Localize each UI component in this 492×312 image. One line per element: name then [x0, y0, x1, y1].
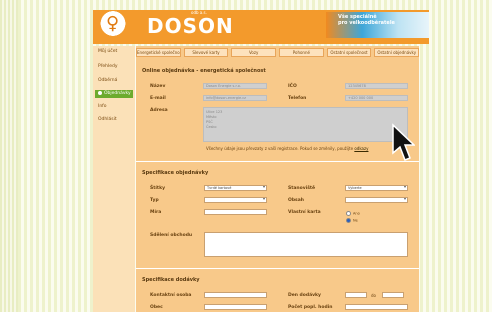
stanoviste-select[interactable]: Vyberte — [345, 185, 408, 191]
nav-item-objednavky[interactable]: Objednávky — [95, 90, 133, 98]
nav-item-label: Objednávky — [104, 91, 131, 96]
note-text: Všechny údaje jsou převzaty z vaší regis… — [206, 146, 354, 151]
obsah-select[interactable] — [345, 197, 408, 203]
city-input[interactable] — [204, 304, 267, 310]
brand-name[interactable]: DOSON — [147, 14, 234, 38]
comment-label: Sdělení obchodu — [150, 233, 193, 238]
tab-energeticke[interactable]: Energetické společnosti — [136, 48, 181, 57]
name-field: Doson Energie s.r.o. — [203, 83, 267, 89]
address-label: Adresa — [150, 108, 168, 113]
nav-item-odhlasit[interactable]: Odhlásit — [95, 116, 133, 124]
banner-line-2: pro velkoodběratele — [338, 20, 395, 26]
stitky-label: Štítky — [150, 186, 166, 191]
nav-item-info[interactable]: Info — [95, 103, 133, 111]
address-line-4: Česko — [206, 125, 217, 129]
mira-input[interactable] — [204, 209, 267, 215]
active-dot-icon — [98, 90, 102, 95]
time-label: Počet popl. hodin — [288, 305, 333, 310]
phone-label: Telefon — [288, 96, 307, 101]
sidebar — [93, 46, 135, 312]
section-divider-1 — [136, 161, 419, 162]
ico-label: IČO — [288, 84, 297, 89]
ico-field: 12345678 — [345, 83, 408, 89]
radio-ne-icon — [346, 218, 351, 223]
email-label: E-mail — [150, 96, 166, 101]
typ-label: Typ — [150, 198, 159, 203]
name-label: Název — [150, 84, 166, 89]
radio-ano-icon — [346, 211, 351, 216]
nav-item-prehledy[interactable]: Přehledy — [95, 63, 133, 71]
address-field: Ulice 123 Město PSČ Česko — [203, 107, 408, 142]
typ-select[interactable] — [204, 197, 267, 203]
contact-label: Kontaktní osoba — [150, 293, 192, 298]
phone-field: +420 000 000 — [345, 95, 408, 101]
arrow-pointer-icon — [392, 123, 415, 161]
registration-note: Všechny údaje jsou převzaty z vaší regis… — [206, 146, 368, 151]
form-title: Online objednávka - energetická společno… — [142, 68, 266, 74]
vlastni-karta-label: Vlastní karta — [288, 210, 321, 215]
comment-textarea[interactable] — [204, 232, 408, 257]
tab-vozy[interactable]: Vozy — [231, 48, 277, 57]
city-label: Obec — [150, 305, 163, 310]
tab-pohonne[interactable]: Pohonné — [279, 48, 324, 57]
nav-item-ucet[interactable]: Můj účet — [95, 48, 133, 56]
contact-input[interactable] — [204, 292, 267, 298]
stanoviste-label: Stanoviště — [288, 186, 316, 191]
section-divider-2 — [136, 268, 419, 269]
banner-text: Vše speciálně pro velkoodběratele — [338, 14, 395, 26]
delivery-title: Specifikace dodávky — [142, 277, 200, 283]
tab-slevove[interactable]: Slevové karty — [183, 48, 229, 57]
radio-ano-label: Ano — [353, 211, 360, 216]
logo-figure-icon: ♀ — [106, 13, 120, 34]
obsah-label: Obsah — [288, 198, 304, 203]
nav-item-odberna[interactable]: Odběrná — [95, 77, 133, 85]
spec-title: Specifikace objednávky — [142, 170, 209, 176]
radio-ne[interactable]: Ne — [346, 218, 358, 223]
radio-ano[interactable]: Ano — [346, 211, 360, 216]
brand-subtitle: odb a.s. — [191, 10, 207, 15]
tab-bar: Energetické společnosti Slevové karty Vo… — [136, 48, 420, 57]
cursor-shape — [392, 123, 415, 161]
note-link[interactable]: odkazy — [354, 146, 368, 151]
date-from-input[interactable] — [345, 292, 367, 298]
mira-label: Míra — [150, 210, 162, 215]
date-to-input[interactable] — [382, 292, 404, 298]
tab-ostatni-spolecnost[interactable]: Ostatní společnost — [326, 48, 372, 57]
email-field: info@doson-energie.cz — [203, 95, 267, 101]
stitky-select[interactable]: Tvrdé kartové — [204, 185, 267, 191]
date-separator: do — [371, 293, 376, 298]
date-label: Den dodávky — [288, 293, 321, 298]
tab-ostatni-objednavky[interactable]: Ostatní objednávky — [374, 48, 420, 57]
time-input[interactable] — [345, 304, 408, 310]
radio-ne-label: Ne — [353, 218, 358, 223]
left-background — [0, 0, 18, 312]
